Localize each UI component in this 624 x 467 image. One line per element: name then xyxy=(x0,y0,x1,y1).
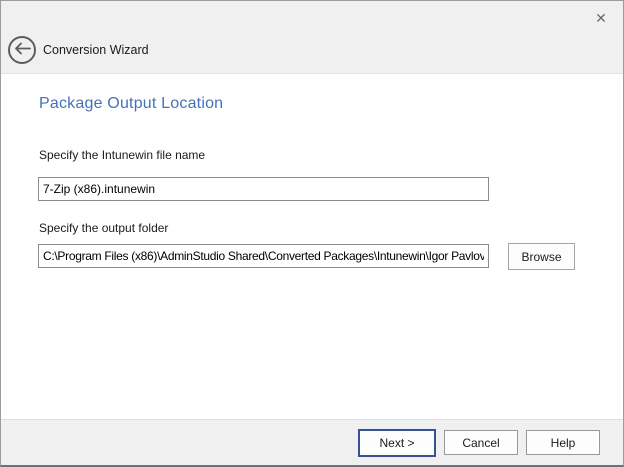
footer-bar: Next > Cancel Help xyxy=(1,419,623,465)
conversion-wizard-dialog: ✕ Conversion Wizard Package Output Locat… xyxy=(0,0,624,467)
wizard-header: ✕ Conversion Wizard xyxy=(1,1,623,74)
output-folder-label: Specify the output folder xyxy=(39,221,168,235)
back-arrow-icon xyxy=(14,42,31,58)
next-button[interactable]: Next > xyxy=(358,429,436,457)
page-title: Package Output Location xyxy=(39,95,223,113)
wizard-title: Conversion Wizard xyxy=(43,36,149,64)
output-folder-input[interactable] xyxy=(38,244,489,268)
back-button[interactable] xyxy=(8,36,36,64)
cancel-button[interactable]: Cancel xyxy=(444,430,518,455)
intunewin-file-name-input[interactable] xyxy=(38,177,489,201)
browse-button[interactable]: Browse xyxy=(508,243,575,270)
close-icon: ✕ xyxy=(595,11,607,25)
help-button[interactable]: Help xyxy=(526,430,600,455)
close-button[interactable]: ✕ xyxy=(589,6,613,30)
intunewin-file-name-label: Specify the Intunewin file name xyxy=(39,148,205,162)
